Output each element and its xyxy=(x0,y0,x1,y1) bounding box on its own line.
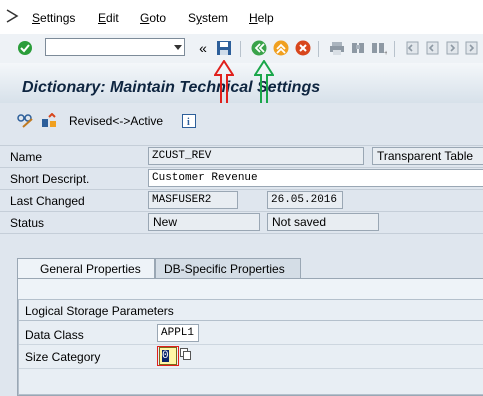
prev-page-button[interactable] xyxy=(423,39,441,57)
revised-active-button[interactable]: Revised<->Active xyxy=(69,114,163,128)
red-arrow-annotation xyxy=(214,60,234,106)
menu-system[interactable]: System xyxy=(188,11,228,25)
value-help-button[interactable] xyxy=(179,347,193,361)
name-label: Name xyxy=(10,150,43,164)
menu-help[interactable]: Help xyxy=(249,11,274,25)
tab-panel: Logical Storage Parameters Data Class AP… xyxy=(17,278,483,396)
value-help-icon xyxy=(180,348,191,360)
enter-button[interactable] xyxy=(16,39,34,57)
svg-text:i: i xyxy=(187,117,190,128)
activate-icon xyxy=(42,113,56,127)
first-page-icon xyxy=(406,41,419,55)
last-changed-label: Last Changed xyxy=(10,194,85,208)
group-title: Logical Storage Parameters xyxy=(25,304,174,318)
row-divider xyxy=(19,344,483,345)
row-divider xyxy=(0,189,483,190)
info-button[interactable]: i xyxy=(180,112,198,130)
info-icon: i xyxy=(182,114,196,128)
activate-button[interactable] xyxy=(40,112,58,130)
menu-settings[interactable]: Settings xyxy=(32,11,75,25)
tab-db-specific-properties[interactable]: DB-Specific Properties xyxy=(155,258,301,278)
print-icon xyxy=(330,42,344,55)
row-divider xyxy=(0,233,483,234)
first-page-button[interactable] xyxy=(403,39,421,57)
tab-general-properties[interactable]: General Properties xyxy=(17,258,155,278)
name-field: ZCUST_REV xyxy=(148,147,364,165)
find-icon xyxy=(352,43,364,53)
toolbar-separator xyxy=(394,41,395,57)
row-divider xyxy=(19,368,483,369)
toolbar-separator xyxy=(318,41,319,57)
last-changed-date-field: 26.05.2016 xyxy=(267,191,343,209)
data-class-label: Data Class xyxy=(25,328,84,342)
short-description-field[interactable]: Customer Revenue xyxy=(148,169,483,187)
row-divider xyxy=(0,211,483,212)
command-dropdown-icon[interactable] xyxy=(174,45,182,50)
next-page-icon xyxy=(446,41,459,55)
save-status-field: Not saved xyxy=(267,213,379,231)
back-button[interactable] xyxy=(250,39,268,57)
logical-storage-group: Logical Storage Parameters Data Class AP… xyxy=(18,299,483,395)
status-field: New xyxy=(148,213,260,231)
menu-bar: Settings Edit Goto System Help xyxy=(0,0,483,35)
exit-button[interactable] xyxy=(272,39,290,57)
sap-menu-icon[interactable] xyxy=(5,8,19,24)
title-bar: Dictionary: Maintain Technical Settings xyxy=(0,63,483,103)
save-icon xyxy=(217,41,231,55)
last-page-button[interactable] xyxy=(463,39,481,57)
find-button[interactable] xyxy=(349,39,367,57)
svg-text:+: + xyxy=(384,50,387,56)
find-next-button[interactable]: + xyxy=(370,39,388,57)
page-title: Dictionary: Maintain Technical Settings xyxy=(22,79,321,96)
toolbar-separator xyxy=(240,41,241,57)
table-type-field: Transparent Table xyxy=(372,147,483,165)
exit-icon xyxy=(273,40,289,56)
display-change-button[interactable] xyxy=(17,112,35,130)
back-icon xyxy=(251,40,267,56)
application-toolbar: Revised<->Active i xyxy=(0,103,483,139)
status-label: Status xyxy=(10,216,45,230)
glasses-pencil-icon xyxy=(17,114,33,128)
menu-goto[interactable]: Goto xyxy=(140,11,166,25)
last-changed-user-field: MASFUSER2 xyxy=(148,191,238,209)
green-arrow-annotation xyxy=(254,60,274,106)
double-chevron-left-icon: « xyxy=(199,40,207,56)
data-class-field[interactable]: APPL1 xyxy=(157,324,199,342)
cancel-button[interactable] xyxy=(294,39,312,57)
system-toolbar: « + xyxy=(0,34,483,64)
size-category-value: 0 xyxy=(162,350,169,362)
cancel-icon xyxy=(295,40,311,56)
size-category-field[interactable]: 0 xyxy=(159,347,177,365)
group-divider xyxy=(19,320,483,321)
last-page-icon xyxy=(465,41,478,55)
find-next-icon: + xyxy=(372,43,387,56)
short-description-label: Short Descript. xyxy=(10,172,90,186)
print-button[interactable] xyxy=(328,39,346,57)
next-page-button[interactable] xyxy=(443,39,461,57)
command-field[interactable] xyxy=(45,38,185,56)
collapse-command-button[interactable]: « xyxy=(194,39,212,57)
row-divider xyxy=(0,145,483,146)
row-divider xyxy=(0,167,483,168)
size-category-label: Size Category xyxy=(25,350,101,364)
save-button[interactable] xyxy=(215,39,233,57)
enter-icon xyxy=(18,41,32,55)
prev-page-icon xyxy=(426,41,439,55)
menu-edit[interactable]: Edit xyxy=(98,11,119,25)
